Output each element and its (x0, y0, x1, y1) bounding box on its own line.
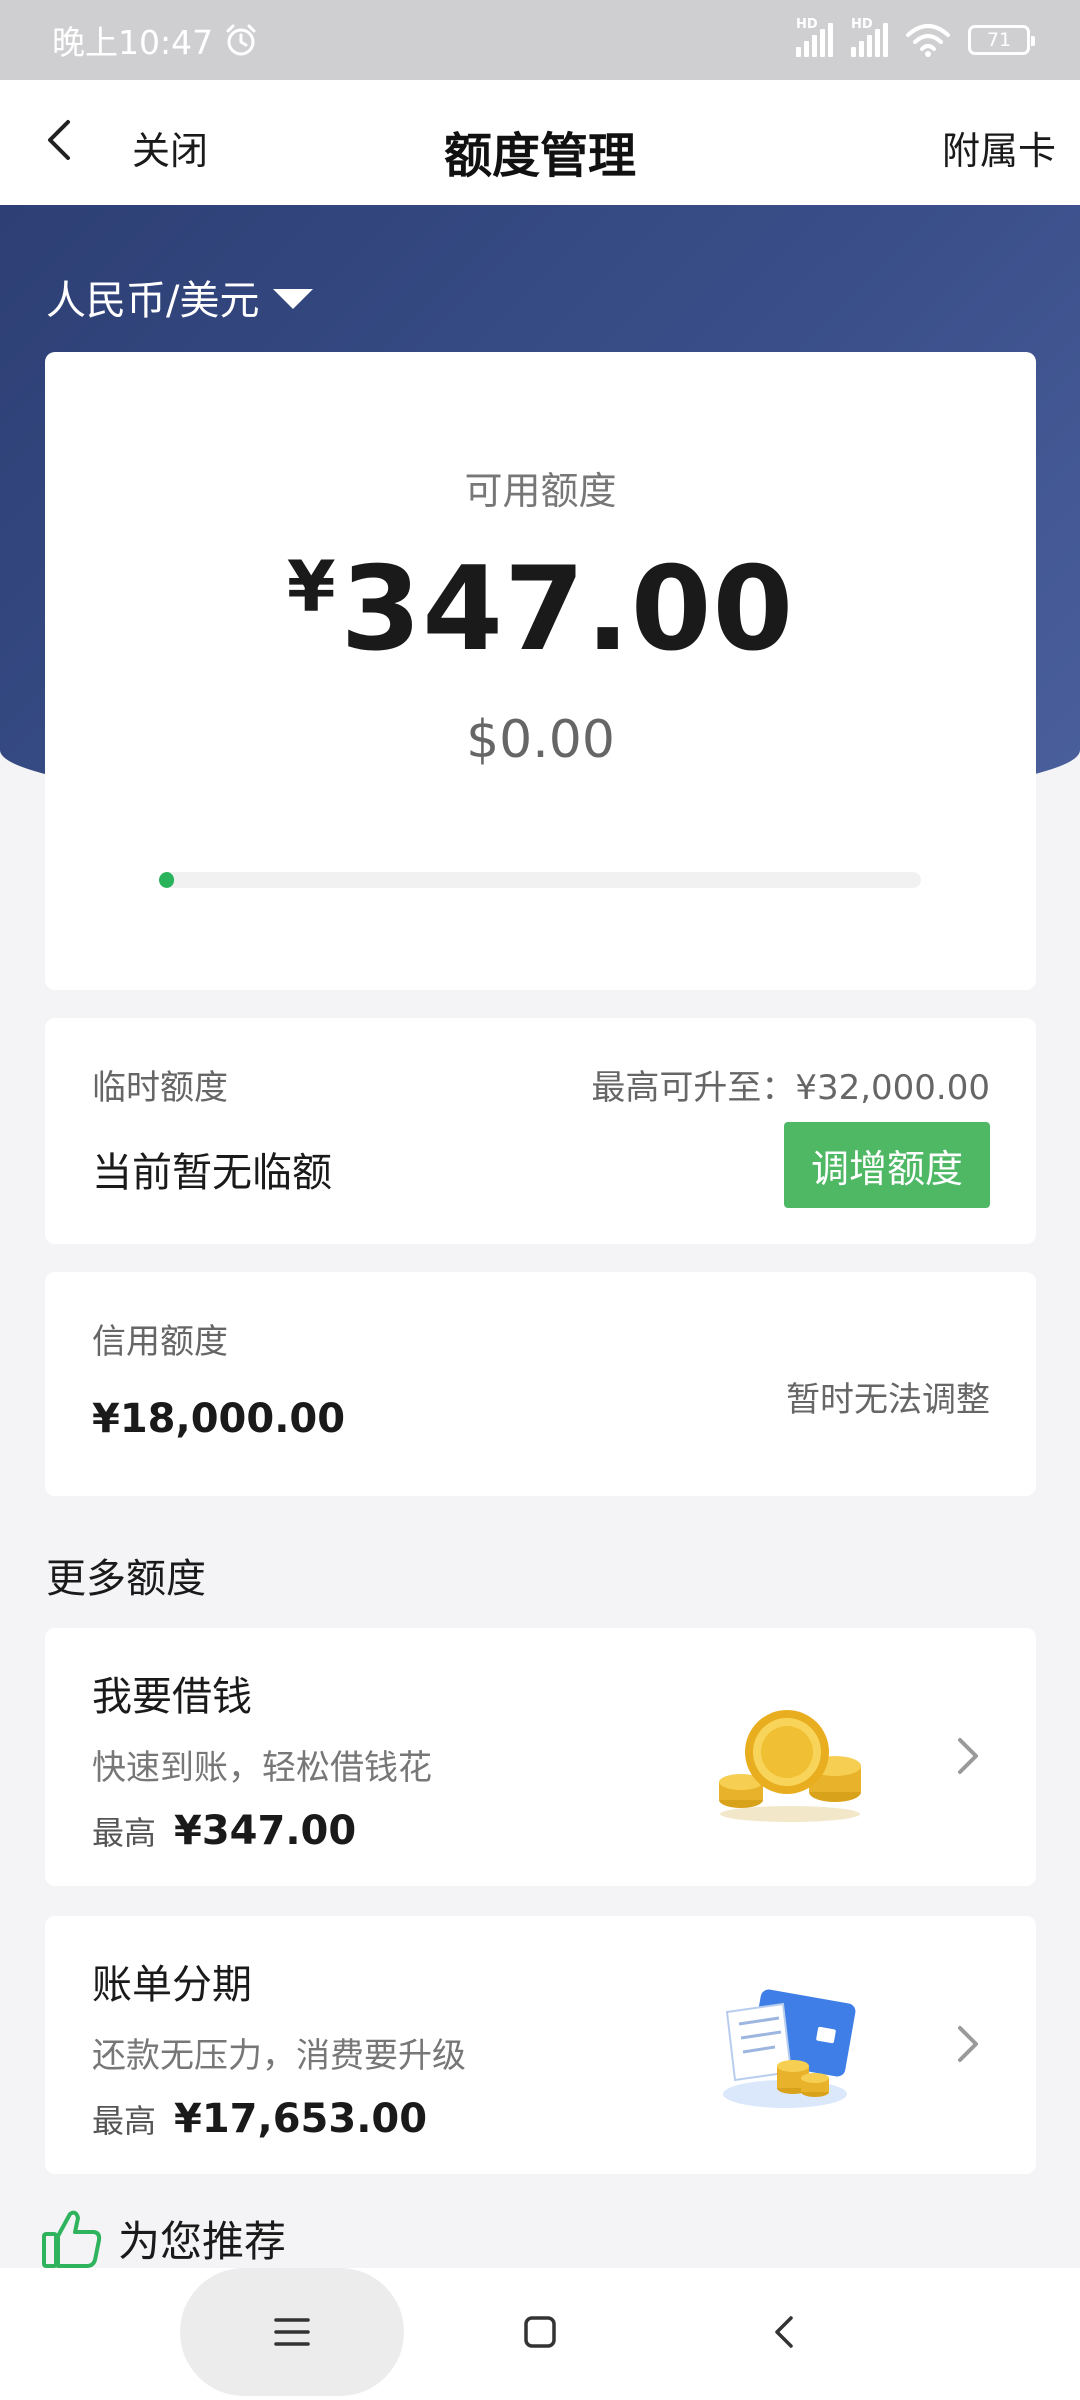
page-title: 额度管理 (443, 128, 636, 184)
offer-title: 我要借钱 (92, 1674, 252, 1720)
offer-max: 最高 ¥17,653.00 (92, 2096, 427, 2142)
credit-usage-progress-fill (159, 872, 175, 888)
wifi-icon (906, 24, 950, 57)
signal-2-icon: HD (851, 17, 888, 57)
recent-apps-button[interactable] (180, 2268, 404, 2396)
nav-bar: 关闭 额度管理 附属卡 (0, 80, 1080, 205)
alarm-icon (226, 24, 256, 56)
increase-limit-button[interactable]: 调增额度 (784, 1122, 990, 1208)
home-button[interactable] (500, 2292, 580, 2372)
menu-icon (274, 2318, 310, 2346)
temporary-credit-status: 当前暂无临额 (92, 1150, 332, 1196)
credit-limit-amount: ¥18,000.00 (92, 1396, 346, 1442)
credit-limit-label: 信用额度 (92, 1322, 228, 1362)
recommend-section-header: 为您推荐 (40, 2206, 286, 2270)
temporary-credit-max: 最高可升至：¥32,000.00 (591, 1068, 990, 1108)
credit-usage-progress (159, 872, 921, 888)
signal-1-icon: HD (796, 17, 833, 57)
status-bar: 晚上10:47 HD HD 71 (0, 0, 1080, 80)
thumbs-up-icon (42, 2210, 102, 2268)
currency-selector-label: 人民币/美元 (46, 278, 260, 324)
offer-max-value: ¥17,653.00 (174, 2096, 428, 2142)
status-time: 晚上10:47 (52, 23, 214, 62)
offer-max-value: ¥347.00 (174, 1808, 357, 1854)
home-square-icon (524, 2316, 556, 2348)
available-amount-value: 347.00 (340, 542, 795, 677)
currency-symbol: ¥ (286, 546, 337, 628)
available-usd-amount: $0.00 (466, 710, 615, 770)
more-credit-section-title: 更多额度 (46, 1556, 206, 1602)
available-credit-card: 可用额度 ¥347.00 $0.00 (45, 352, 1036, 990)
gold-coins-icon (719, 1710, 861, 1822)
recommend-label: 为您推荐 (118, 2216, 287, 2266)
offer-subtitle: 还款无压力，消费要升级 (92, 2036, 466, 2076)
temporary-credit-card: 临时额度 最高可升至：¥32,000.00 当前暂无临额 调增额度 (45, 1018, 1036, 1244)
borrow-money-card[interactable]: 我要借钱 快速到账，轻松借钱花 最高 ¥347.00 (45, 1628, 1036, 1886)
available-credit-label: 可用额度 (464, 469, 617, 513)
credit-limit-note: 暂时无法调整 (786, 1380, 990, 1420)
offer-title: 账单分期 (92, 1962, 252, 2008)
offer-max-label: 最高 (92, 2102, 157, 2140)
back-chevron-icon (775, 2316, 793, 2348)
system-back-button[interactable] (745, 2292, 825, 2372)
offer-max: 最高 ¥347.00 (92, 1808, 356, 1854)
dropdown-triangle-icon (273, 289, 314, 309)
currency-selector[interactable]: 人民币/美元 (46, 268, 314, 326)
credit-limit-card: 信用额度 ¥18,000.00 暂时无法调整 (45, 1272, 1036, 1496)
chevron-right-icon (958, 2026, 978, 2062)
battery-icon: 71 (968, 25, 1035, 55)
system-navigation-bar (0, 2268, 1080, 2400)
bill-installment-card[interactable]: 账单分期 还款无压力，消费要升级 最高 ¥17,653.00 (45, 1916, 1036, 2174)
battery-level: 71 (986, 29, 1012, 51)
temporary-credit-label: 临时额度 (92, 1068, 228, 1108)
chevron-right-icon (958, 1738, 978, 1774)
offer-subtitle: 快速到账，轻松借钱花 (92, 1748, 432, 1788)
available-credit-amount: ¥347.00 (45, 542, 1036, 677)
supplementary-card-button[interactable]: 附属卡 (942, 120, 1056, 175)
bill-installment-icon (723, 1989, 856, 2108)
offer-max-label: 最高 (92, 1814, 157, 1852)
